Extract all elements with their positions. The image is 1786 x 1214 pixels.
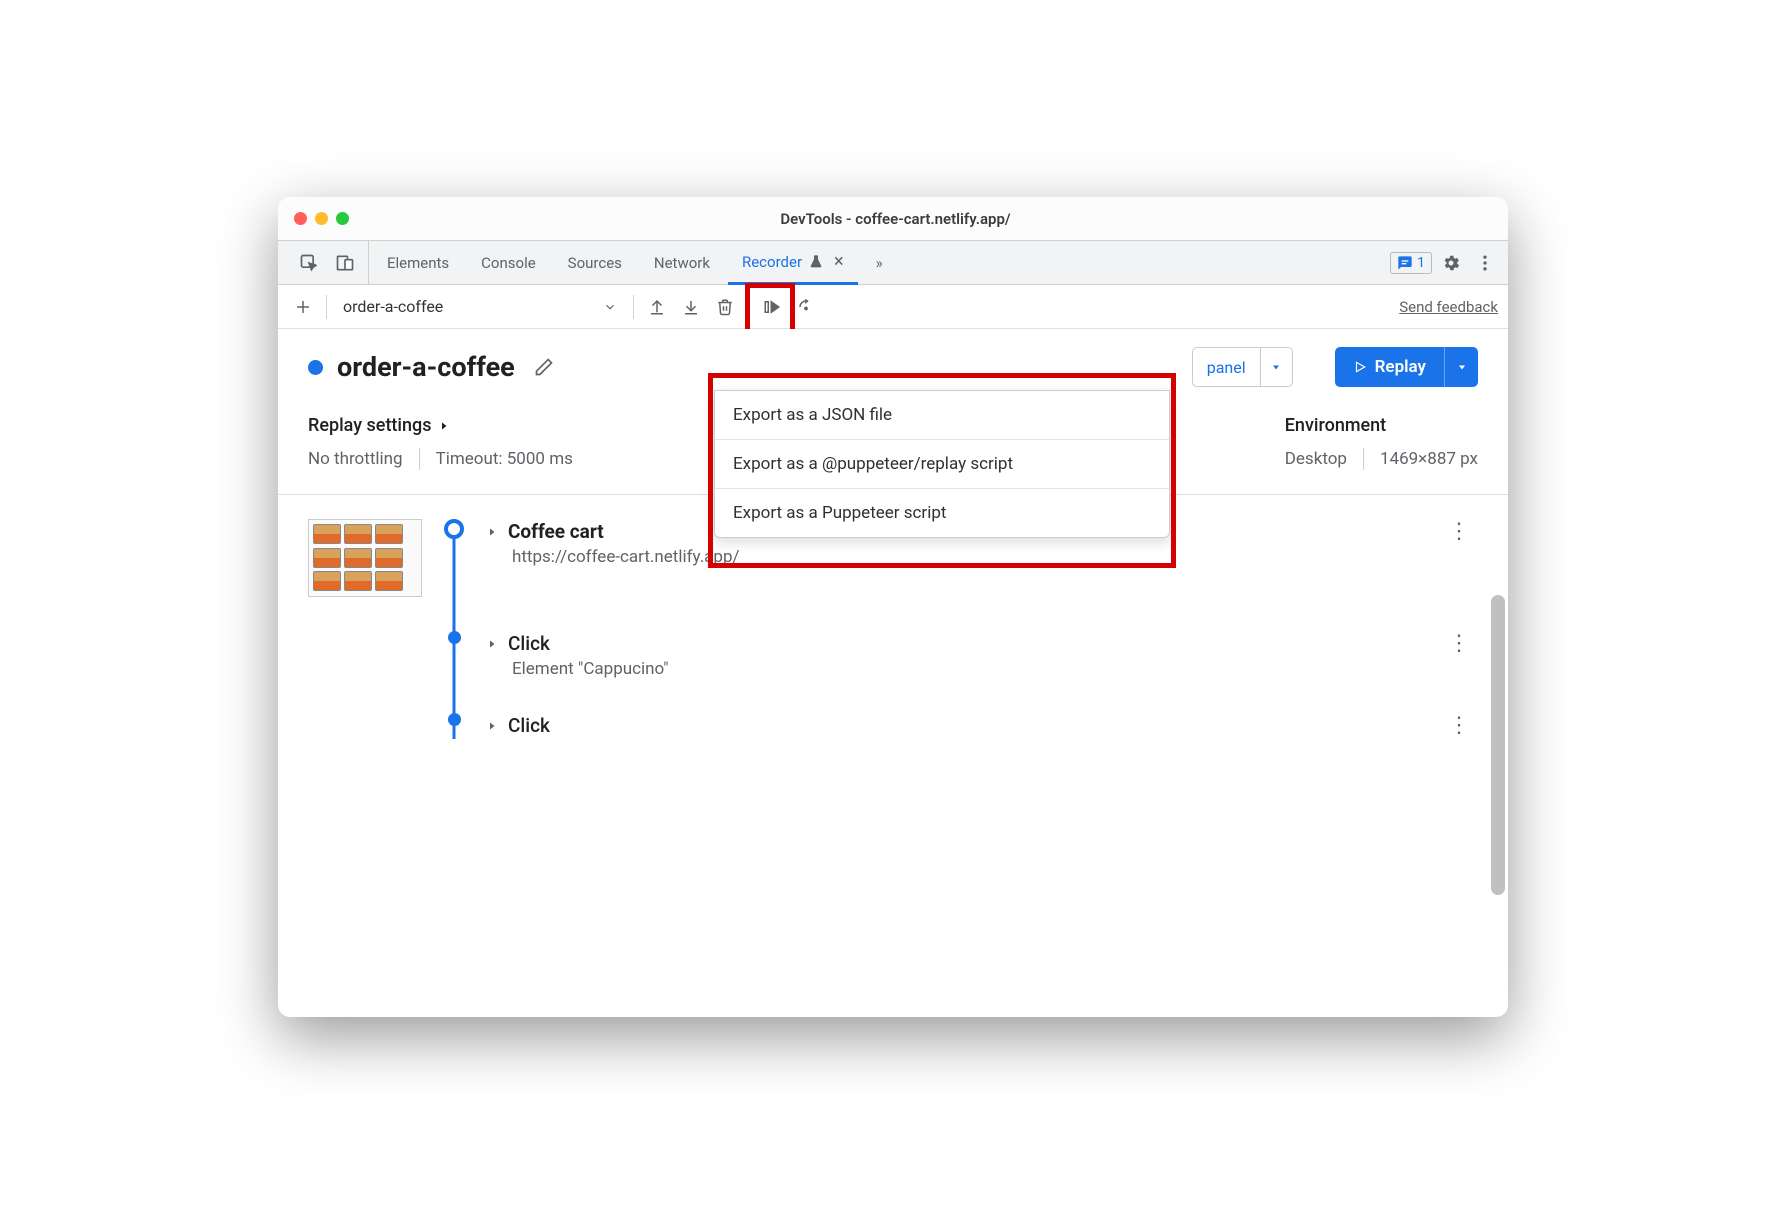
timeline-node-icon <box>448 631 461 644</box>
divider <box>1363 448 1364 470</box>
replay-button[interactable]: Replay <box>1335 347 1478 387</box>
divider <box>419 448 420 470</box>
edit-name-icon[interactable] <box>529 352 559 382</box>
timeline <box>442 713 466 726</box>
replay-dropdown[interactable] <box>1444 347 1478 387</box>
chat-icon <box>1397 255 1413 271</box>
throttling-value: No throttling <box>308 449 403 469</box>
recorder-content: order-a-coffee panel Replay <box>278 329 1508 1017</box>
step-subtitle: Element "Cappucino" <box>512 659 1478 679</box>
send-feedback-link[interactable]: Send feedback <box>1399 298 1498 316</box>
tab-elements[interactable]: Elements <box>373 241 463 284</box>
caret-right-icon[interactable] <box>486 720 498 732</box>
tab-console[interactable]: Console <box>467 241 550 284</box>
export-puppeteer-replay-item[interactable]: Export as a @puppeteer/replay script <box>715 440 1169 489</box>
recording-selector[interactable]: order-a-coffee <box>335 293 625 320</box>
step-title: Click <box>508 714 550 737</box>
recording-selector-value: order-a-coffee <box>343 297 443 316</box>
recording-name: order-a-coffee <box>337 351 515 383</box>
recording-indicator-icon <box>308 360 323 375</box>
flask-icon <box>808 254 824 270</box>
scrollbar-thumb[interactable] <box>1491 595 1505 895</box>
issues-count: 1 <box>1417 255 1425 271</box>
replay-settings-section: Replay settings No throttling Timeout: 5… <box>308 415 573 470</box>
inspect-element-icon[interactable] <box>294 248 324 278</box>
devtools-tabbar: Elements Console Sources Network Recorde… <box>278 241 1508 285</box>
step-kebab-icon[interactable]: ⋮ <box>1440 631 1478 656</box>
tab-sources[interactable]: Sources <box>554 241 636 284</box>
step-kebab-icon[interactable]: ⋮ <box>1440 519 1478 544</box>
tab-network[interactable]: Network <box>640 241 724 284</box>
timeline <box>442 631 466 644</box>
import-icon[interactable] <box>642 292 672 322</box>
window-title: DevTools - coffee-cart.netlify.app/ <box>299 210 1492 228</box>
step-title: Click <box>508 632 550 655</box>
divider <box>326 295 327 319</box>
tab-recorder[interactable]: Recorder × <box>728 242 858 285</box>
export-puppeteer-item[interactable]: Export as a Puppeteer script <box>715 489 1169 537</box>
caret-right-icon <box>438 420 450 432</box>
devtools-window: DevTools - coffee-cart.netlify.app/ Elem… <box>278 197 1508 1017</box>
steps-list: Coffee cart ⋮ https://coffee-cart.netlif… <box>278 495 1508 796</box>
close-tab-icon[interactable]: × <box>834 251 844 272</box>
export-menu: Export as a JSON file Export as a @puppe… <box>714 390 1170 538</box>
kebab-menu-icon[interactable] <box>1470 248 1500 278</box>
replay-settings-toggle[interactable]: Replay settings <box>308 415 573 436</box>
replay-settings-title: Replay settings <box>308 415 432 436</box>
environment-section: Environment Desktop 1469×887 px <box>1285 415 1478 470</box>
timeline-node-open-icon <box>444 519 464 539</box>
tab-recorder-label: Recorder <box>742 253 802 271</box>
performance-panel-label: panel <box>1207 358 1246 377</box>
environment-title: Environment <box>1285 415 1478 436</box>
tabs-overflow[interactable]: » <box>862 241 897 284</box>
step-row: Click ⋮ Element "Cappucino" <box>308 631 1478 679</box>
delete-icon[interactable] <box>710 292 740 322</box>
environment-device: Desktop <box>1285 449 1347 469</box>
settings-gear-icon[interactable] <box>1436 248 1466 278</box>
device-toolbar-icon[interactable] <box>330 248 360 278</box>
scrollbar[interactable] <box>1491 395 1505 1017</box>
caret-right-icon[interactable] <box>486 638 498 650</box>
timeout-value: Timeout: 5000 ms <box>436 449 573 469</box>
caret-right-icon[interactable] <box>486 526 498 538</box>
recorder-toolbar: order-a-coffee Send feedback <box>278 285 1508 329</box>
chevron-down-icon <box>603 300 617 314</box>
replay-speed-icon[interactable] <box>791 292 821 322</box>
export-icon[interactable] <box>676 292 706 322</box>
titlebar: DevTools - coffee-cart.netlify.app/ <box>278 197 1508 241</box>
step-kebab-icon[interactable]: ⋮ <box>1440 713 1478 738</box>
performance-panel-button[interactable]: panel <box>1192 347 1293 387</box>
export-json-item[interactable]: Export as a JSON file <box>715 391 1169 440</box>
step-title: Coffee cart <box>508 520 604 543</box>
divider <box>633 295 634 319</box>
timeline <box>442 519 466 539</box>
performance-panel-dropdown[interactable] <box>1260 348 1292 386</box>
issues-badge[interactable]: 1 <box>1390 252 1432 274</box>
step-row: Click ⋮ <box>308 713 1478 738</box>
replay-label: Replay <box>1375 357 1426 377</box>
step-thumbnail <box>308 519 422 597</box>
play-icon <box>1353 360 1367 374</box>
add-recording-icon[interactable] <box>288 292 318 322</box>
step-subtitle: https://coffee-cart.netlify.app/ <box>512 547 1478 567</box>
step-over-icon[interactable] <box>757 292 787 322</box>
timeline-node-icon <box>448 713 461 726</box>
environment-viewport: 1469×887 px <box>1380 449 1478 469</box>
divider <box>748 295 749 319</box>
